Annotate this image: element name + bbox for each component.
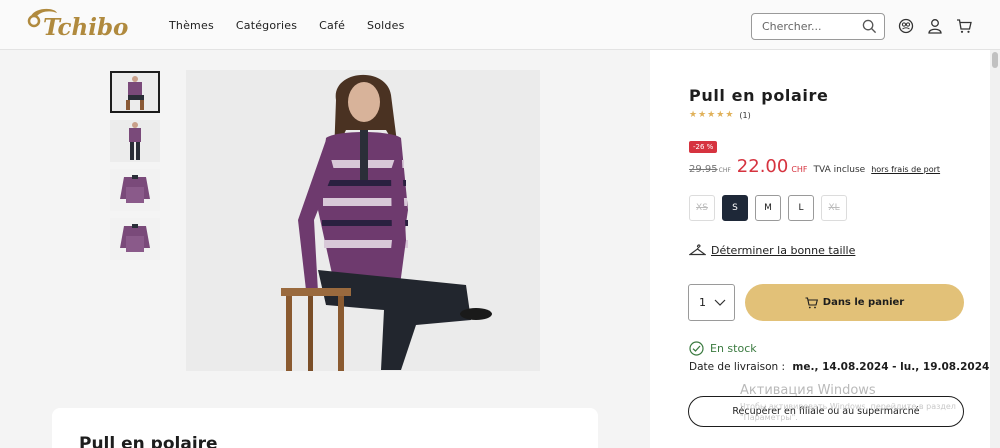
price-row: 29.95 CHF 22.00 CHF TVA incluse hors fra… <box>689 156 940 177</box>
delivery-dates: me., 14.08.2024 - lu., 19.08.2024 <box>792 361 990 373</box>
scrollbar-thumb[interactable] <box>992 52 998 68</box>
star-icon: ★ <box>716 110 725 120</box>
cart-icon[interactable] <box>956 18 972 34</box>
star-icon: ★ <box>707 110 716 120</box>
shipping-link[interactable]: hors frais de port <box>871 165 940 174</box>
windows-activation-subtitle: Чтобы активировать Windows, перейдите в … <box>740 402 956 422</box>
product-gallery: Pull en polaire <box>0 50 650 448</box>
rating[interactable]: ★ ★ ★ ★ ★ (1) <box>689 110 751 120</box>
quantity-select[interactable]: 1 <box>688 284 735 321</box>
product-title: Pull en polaire <box>689 86 829 105</box>
description-card: Pull en polaire <box>52 408 598 448</box>
main-product-image[interactable] <box>186 70 540 371</box>
stock-label: En stock <box>710 342 757 355</box>
size-option-xl[interactable]: XL <box>821 195 847 221</box>
size-option-m[interactable]: M <box>755 195 781 221</box>
add-to-cart-label: Dans le panier <box>822 297 905 308</box>
nav-item-themes[interactable]: Thèmes <box>169 19 214 32</box>
tva-label: TVA incluse <box>813 165 866 175</box>
nav-item-soldes[interactable]: Soldes <box>367 19 404 32</box>
thumbnail-4[interactable] <box>110 218 160 260</box>
add-to-cart-button[interactable]: Dans le panier <box>745 284 964 321</box>
page-scrollbar[interactable] <box>990 50 1000 448</box>
star-icon: ★ <box>698 110 707 120</box>
tchibo-logo[interactable]: Tchibo <box>25 4 137 42</box>
account-icon[interactable] <box>927 18 943 34</box>
delivery-label: Date de livraison : <box>689 361 786 373</box>
size-selector: XS S M L XL <box>689 195 854 221</box>
sale-price: 22.00 <box>736 156 789 177</box>
search-box <box>751 13 885 40</box>
size-option-xs[interactable]: XS <box>689 195 715 221</box>
star-icon: ★ <box>689 110 698 120</box>
thumbnail-3[interactable] <box>110 169 160 211</box>
search-icon[interactable] <box>862 19 877 34</box>
old-price: 29.95 <box>689 164 718 175</box>
fan-club-icon[interactable] <box>898 18 914 34</box>
check-circle-icon <box>689 341 704 356</box>
description-title: Pull en polaire <box>79 434 218 448</box>
size-option-l[interactable]: L <box>788 195 814 221</box>
search-input[interactable] <box>762 20 866 33</box>
delivery-info: Date de livraison : me., 14.08.2024 - lu… <box>689 361 989 373</box>
main-nav: Thèmes Catégories Café Soldes <box>169 0 427 50</box>
chevron-down-icon <box>714 299 726 306</box>
svg-text:Tchibo: Tchibo <box>43 14 128 41</box>
rating-count: (1) <box>739 110 751 120</box>
size-option-s[interactable]: S <box>722 195 748 221</box>
size-guide-link[interactable]: Déterminer la bonne taille <box>689 243 855 257</box>
old-currency: CHF <box>718 167 731 174</box>
nav-item-cafe[interactable]: Café <box>319 19 345 32</box>
nav-item-categories[interactable]: Catégories <box>236 19 297 32</box>
thumbnail-1[interactable] <box>110 71 160 113</box>
star-icon: ★ <box>725 110 734 120</box>
discount-badge: -26 % <box>689 141 718 153</box>
cart-icon <box>805 296 818 308</box>
size-guide-label: Déterminer la bonne taille <box>711 243 856 257</box>
stock-status: En stock <box>689 341 757 356</box>
sale-currency: CHF <box>791 165 808 174</box>
quantity-value: 1 <box>699 296 706 309</box>
site-header: Tchibo Thèmes Catégories Café Soldes <box>0 0 1000 50</box>
windows-activation-title: Активация Windows <box>740 383 876 398</box>
hanger-icon <box>689 244 706 256</box>
thumbnail-2[interactable] <box>110 120 160 162</box>
